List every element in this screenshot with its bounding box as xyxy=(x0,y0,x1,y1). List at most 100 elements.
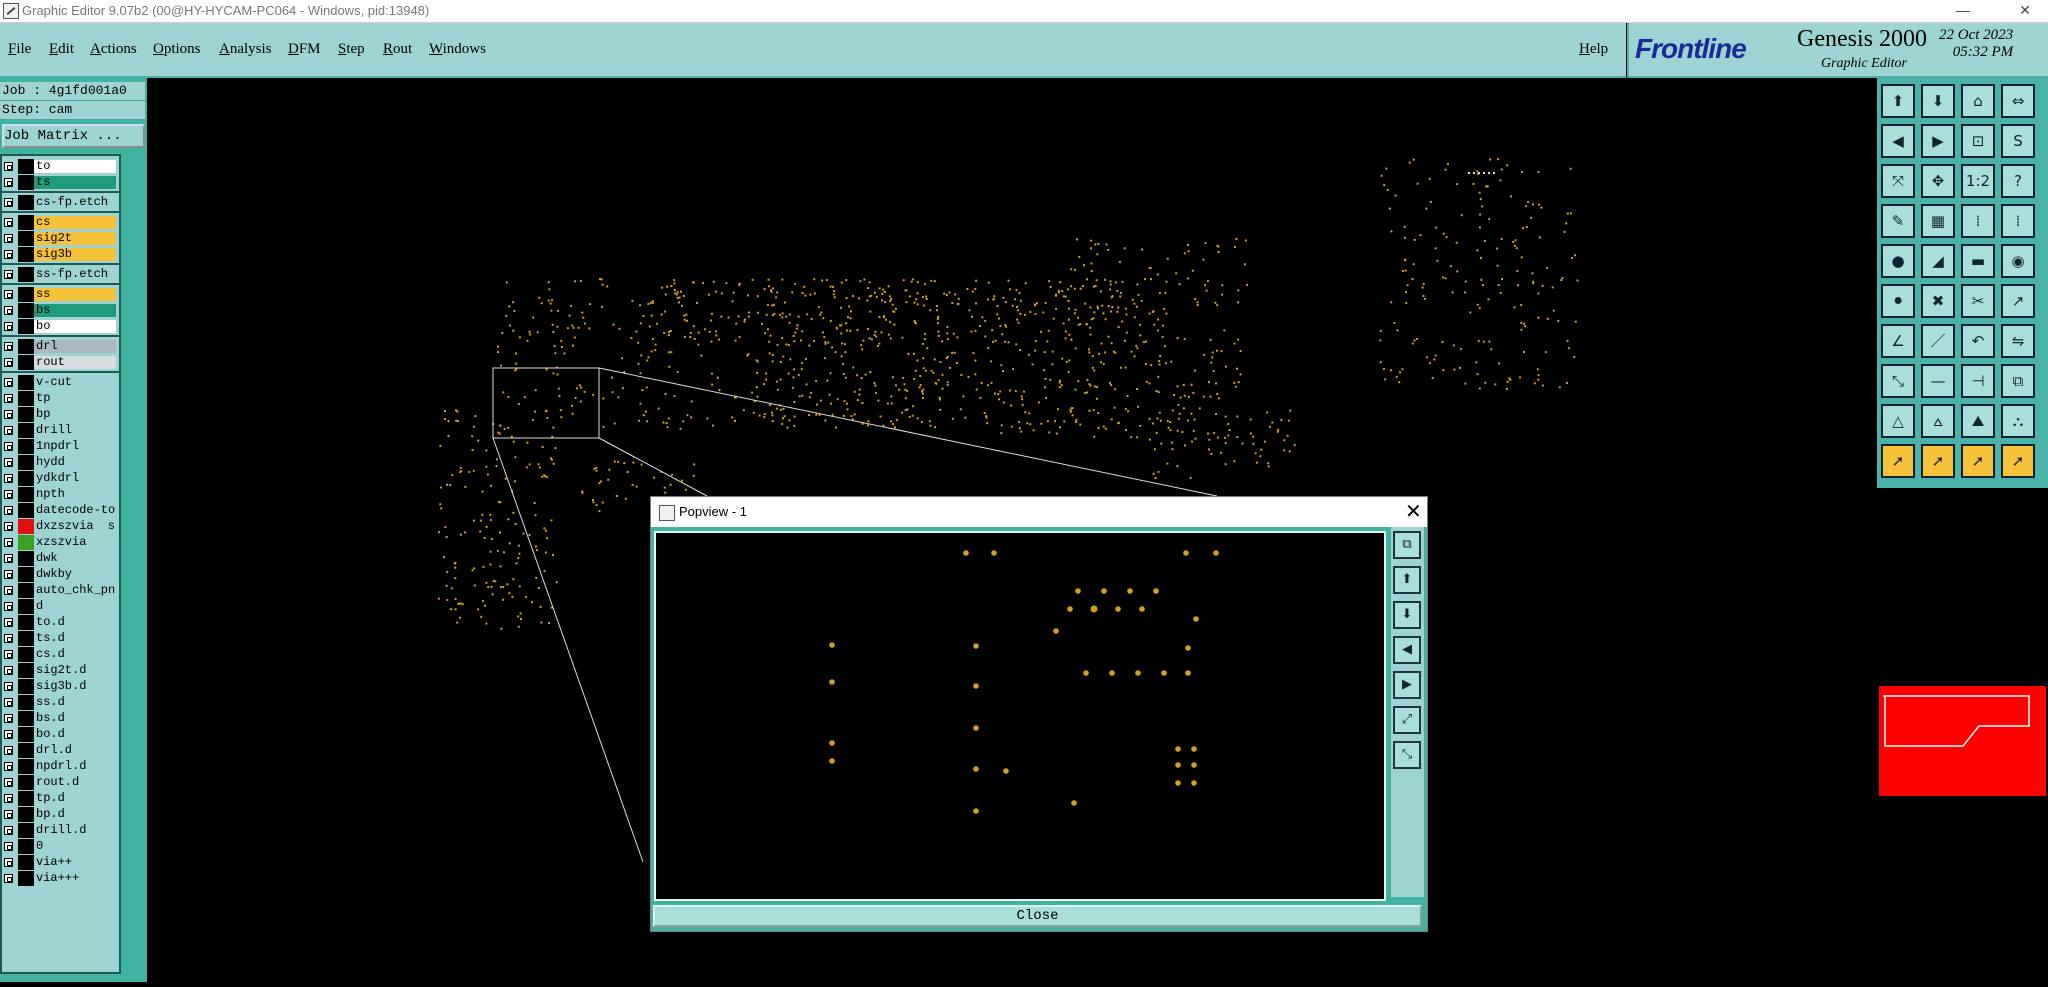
slot-icon[interactable]: ⩟ xyxy=(1921,404,1955,438)
add-pad-icon[interactable]: ● xyxy=(1881,244,1915,278)
layer-row[interactable]: sig3b xyxy=(2,247,119,262)
grid-icon[interactable]: ▦ xyxy=(1921,204,1955,238)
layer-row[interactable]: ydkdrl xyxy=(2,471,119,486)
layer-checkbox[interactable] xyxy=(4,762,13,771)
shrink-icon[interactable]: ⤡ xyxy=(1393,741,1421,769)
house-icon[interactable]: ⌂ xyxy=(1961,84,1995,118)
layer-name[interactable]: dxzszvia s xyxy=(34,520,116,533)
line-draw-icon[interactable]: ／ xyxy=(1921,324,1955,358)
layer-row[interactable]: drill.d xyxy=(2,823,119,838)
layer-checkbox[interactable] xyxy=(4,490,13,499)
layer-row[interactable]: auto_chk_pnl xyxy=(2,583,119,598)
layer-row[interactable]: via++ xyxy=(2,855,119,870)
layer-checkbox[interactable] xyxy=(4,714,13,723)
layer-name[interactable]: ss xyxy=(34,288,116,301)
layer-checkbox[interactable] xyxy=(4,522,13,531)
layer-name[interactable]: cs.d xyxy=(34,648,116,661)
layer-checkbox[interactable] xyxy=(4,342,13,351)
one-to-one-icon[interactable]: 1:2 xyxy=(1961,164,1995,198)
move-icon[interactable]: ⚫ xyxy=(1881,284,1915,318)
layer-name[interactable]: rout.d xyxy=(34,776,116,789)
layer-row[interactable]: xzszvia xyxy=(2,535,119,550)
menu-edit[interactable]: Edit xyxy=(49,41,74,58)
layer-checkbox[interactable] xyxy=(4,778,13,787)
layer-checkbox[interactable] xyxy=(4,410,13,419)
pointer2-icon[interactable]: ➚ xyxy=(1921,444,1955,478)
menu-analysis[interactable]: Analysis xyxy=(219,41,272,58)
menu-file[interactable]: File xyxy=(8,41,31,58)
add-text-icon[interactable]: ▬ xyxy=(1961,244,1995,278)
layer-row[interactable]: sig2t.d xyxy=(2,663,119,678)
cut-line-icon[interactable]: — xyxy=(1921,364,1955,398)
layer-checkbox[interactable] xyxy=(4,306,13,315)
pan-left-icon[interactable]: ◀ xyxy=(1881,124,1915,158)
layer-name[interactable]: npth xyxy=(34,488,116,501)
layer-checkbox[interactable] xyxy=(4,730,13,739)
menu-rout[interactable]: Rout xyxy=(383,41,412,58)
pointer3-icon[interactable]: ➚ xyxy=(1961,444,1995,478)
layer-checkbox[interactable] xyxy=(4,394,13,403)
layer-checkbox[interactable] xyxy=(4,554,13,563)
layer-name[interactable]: datecode-to xyxy=(34,504,116,517)
layer-row[interactable]: to xyxy=(2,159,119,174)
snap2-icon[interactable]: ⁞ xyxy=(2001,204,2035,238)
layer-row[interactable]: cs xyxy=(2,215,119,230)
popview-title-bar[interactable]: Popview - 1 ✕ xyxy=(651,497,1427,527)
menu-options[interactable]: Options xyxy=(153,41,201,58)
layer-name[interactable]: bs.d xyxy=(34,712,116,725)
layer-name[interactable]: sig2t xyxy=(34,232,116,245)
layer-row[interactable]: via+++ xyxy=(2,871,119,886)
layer-row[interactable]: ts xyxy=(2,175,119,190)
layer-row[interactable]: drl xyxy=(2,339,119,354)
maximize-icon[interactable] xyxy=(1950,0,1996,22)
layer-name[interactable]: ts xyxy=(34,176,116,189)
layer-name[interactable]: tp.d xyxy=(34,792,116,805)
layer-row[interactable]: bp xyxy=(2,407,119,422)
layer-name[interactable]: to.d xyxy=(34,616,116,629)
layer-name[interactable]: drl xyxy=(34,340,116,353)
layer-name[interactable]: via++ xyxy=(34,856,116,869)
layer-checkbox[interactable] xyxy=(4,810,13,819)
layer-row[interactable]: dwk xyxy=(2,551,119,566)
layer-name[interactable]: xzszvia xyxy=(34,536,116,549)
menu-step[interactable]: Step xyxy=(338,41,365,58)
layer-name[interactable]: drill.d xyxy=(34,824,116,837)
menu-actions[interactable]: Actions xyxy=(90,41,137,58)
layer-name[interactable]: tp xyxy=(34,392,116,405)
layer-checkbox[interactable] xyxy=(4,874,13,883)
menu-windows[interactable]: Windows xyxy=(429,41,486,58)
layer-checkbox[interactable] xyxy=(4,290,13,299)
layer-name[interactable]: npdrl.d xyxy=(34,760,116,773)
layer-row[interactable]: bo xyxy=(2,319,119,334)
popview-canvas[interactable] xyxy=(654,531,1386,901)
layer-name[interactable]: v-cut xyxy=(34,376,116,389)
layer-checkbox[interactable] xyxy=(4,794,13,803)
layer-name[interactable]: to xyxy=(34,160,116,173)
layer-checkbox[interactable] xyxy=(4,698,13,707)
layer-checkbox[interactable] xyxy=(4,634,13,643)
layer-name[interactable]: ss.d xyxy=(34,696,116,709)
expand-icon[interactable]: ⤢ xyxy=(1393,706,1421,734)
layer-name[interactable]: rout xyxy=(34,356,116,369)
break-icon[interactable]: ⊣ xyxy=(1961,364,1995,398)
layer-name[interactable]: bs xyxy=(34,304,116,317)
layer-row[interactable]: ss-fp.etch xyxy=(2,267,119,282)
layer-checkbox[interactable] xyxy=(4,538,13,547)
zoom-box-icon[interactable]: ⊡ xyxy=(1961,124,1995,158)
layer-checkbox[interactable] xyxy=(4,178,13,187)
layer-name[interactable]: dwk xyxy=(34,552,116,565)
zoom-up-icon[interactable]: ⬆ xyxy=(1393,566,1421,594)
layer-name[interactable]: bp xyxy=(34,408,116,421)
delete-icon[interactable]: ✖ xyxy=(1921,284,1955,318)
layer-checkbox[interactable] xyxy=(4,218,13,227)
scale-icon[interactable]: ⇔ xyxy=(2001,84,2035,118)
help-icon[interactable]: ? xyxy=(2001,164,2035,198)
layer-name[interactable]: drill xyxy=(34,424,116,437)
layer-row[interactable]: dxzszvia s xyxy=(2,519,119,534)
layer-row[interactable]: cs-fp.etch xyxy=(2,195,119,210)
zoom-home-icon[interactable]: ⬆ xyxy=(1881,84,1915,118)
layer-checkbox[interactable] xyxy=(4,650,13,659)
layer-row[interactable]: rout.d xyxy=(2,775,119,790)
layer-name[interactable]: bp.d xyxy=(34,808,116,821)
layer-checkbox[interactable] xyxy=(4,858,13,867)
